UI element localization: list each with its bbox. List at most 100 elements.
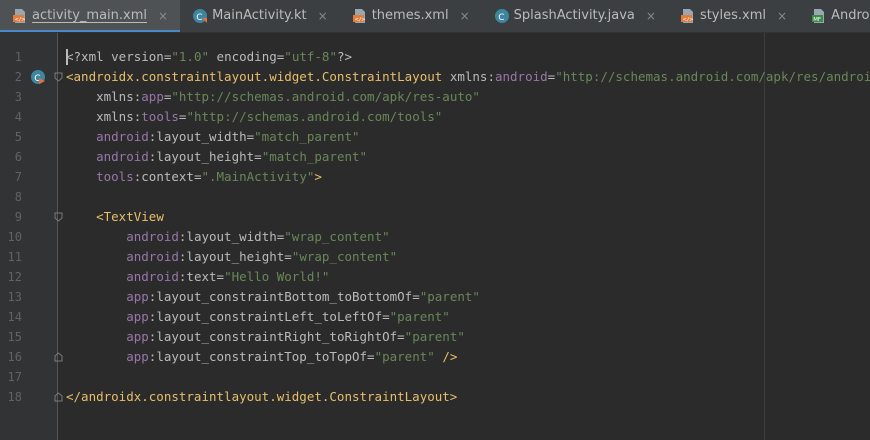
- code-token: encoding: [216, 49, 277, 64]
- code-token: "parent": [374, 349, 435, 364]
- code-token: >: [314, 169, 322, 184]
- code-text[interactable]: <TextView: [66, 207, 164, 227]
- code-text[interactable]: android:layout_height="match_parent": [66, 147, 367, 167]
- svg-text:</>: </>: [354, 17, 365, 23]
- code-text[interactable]: android:layout_width="match_parent": [66, 127, 359, 147]
- code-token: :layout_constraintTop_toTopOf=: [148, 349, 375, 364]
- tab-android-manifest-xml[interactable]: MF AndroidManifest.xml ×: [799, 0, 870, 32]
- code-token: "parent": [389, 309, 450, 324]
- code-token: android: [126, 229, 179, 244]
- code-text[interactable]: <?xml version="1.0" encoding="utf-8"?>: [66, 47, 352, 67]
- tab-activity-main-xml[interactable]: </> activity_main.xml ×: [0, 0, 181, 32]
- code-token: android: [96, 149, 149, 164]
- code-token: "http://schemas.android.com/apk/res-auto…: [171, 89, 480, 104]
- code-text[interactable]: </androidx.constraintlayout.widget.Const…: [66, 387, 457, 407]
- code-token: <TextView: [96, 209, 164, 224]
- code-text[interactable]: android:text="Hello World!": [66, 267, 329, 287]
- line-number: 4: [14, 110, 22, 124]
- tab-label: SplashActivity.java: [513, 8, 635, 23]
- fold-open-icon[interactable]: [54, 72, 63, 82]
- code-line[interactable]: 3 xmlns:app="http://schemas.android.com/…: [0, 87, 870, 107]
- tab-splash-activity-java[interactable]: C SplashActivity.java ×: [482, 0, 668, 32]
- code-line[interactable]: 18 </androidx.constraintlayout.widget.Con…: [0, 387, 870, 407]
- code-token: :layout_constraintBottom_toBottomOf=: [148, 289, 420, 304]
- close-icon[interactable]: ×: [460, 8, 470, 24]
- manifest-icon: MF: [812, 9, 825, 23]
- code-token: android: [126, 269, 179, 284]
- code-line[interactable]: 17: [0, 367, 870, 387]
- close-icon[interactable]: ×: [646, 8, 656, 24]
- code-token: app: [126, 329, 149, 344]
- code-token: ?>: [336, 49, 353, 64]
- code-token: "utf-8": [284, 49, 337, 64]
- related-activity-icon[interactable]: C: [30, 69, 46, 85]
- code-token: tools: [96, 169, 134, 184]
- code-editor[interactable]: 1 <?xml version="1.0" encoding="utf-8"?> 2…: [0, 33, 870, 440]
- tab-label: MainActivity.kt: [212, 8, 307, 23]
- code-line[interactable]: 1 <?xml version="1.0" encoding="utf-8"?>: [0, 47, 870, 67]
- code-token: :layout_height=: [148, 149, 262, 164]
- code-text[interactable]: app:layout_constraintTop_toTopOf="parent…: [66, 347, 457, 367]
- line-number: 11: [7, 250, 22, 264]
- code-text[interactable]: xmlns:app="http://schemas.android.com/ap…: [66, 87, 480, 107]
- code-text[interactable]: <androidx.constraintlayout.widget.Constr…: [66, 67, 870, 87]
- code-line[interactable]: 4 xmlns:tools="http://schemas.android.co…: [0, 107, 870, 127]
- code-token: "Hello World!": [224, 269, 330, 284]
- line-number: 18: [7, 390, 22, 404]
- xml-resource-icon: </>: [680, 9, 694, 23]
- fold-close-icon[interactable]: [54, 352, 63, 362]
- line-number: 6: [14, 150, 22, 164]
- code-line[interactable]: 13 app:layout_constraintBottom_toBottomO…: [0, 287, 870, 307]
- code-line[interactable]: 6 android:layout_height="match_parent": [0, 147, 870, 167]
- line-number: 2: [14, 70, 22, 84]
- tab-label: AndroidManifest.xml: [831, 8, 870, 23]
- tab-styles-xml[interactable]: </> styles.xml ×: [668, 0, 799, 32]
- fold-open-icon[interactable]: [54, 212, 63, 222]
- tab-themes-xml[interactable]: </> themes.xml ×: [340, 0, 482, 32]
- code-text[interactable]: app:layout_constraintLeft_toLeftOf="pare…: [66, 307, 450, 327]
- line-number: 14: [7, 310, 22, 324]
- fold-close-icon[interactable]: [54, 392, 63, 402]
- svg-text:</>: </>: [682, 17, 693, 23]
- code-line[interactable]: 5 android:layout_width="match_parent": [0, 127, 870, 147]
- code-token: app: [126, 289, 149, 304]
- code-line[interactable]: 16 app:layout_constraintTop_toTopOf="par…: [0, 347, 870, 367]
- line-number: 7: [14, 170, 22, 184]
- line-number: 15: [7, 330, 22, 344]
- code-line[interactable]: 9 <TextView: [0, 207, 870, 227]
- code-token: "wrap_content": [291, 249, 398, 264]
- close-icon[interactable]: ×: [318, 8, 328, 24]
- code-token: android: [494, 69, 548, 84]
- code-line[interactable]: 7 tools:context=".MainActivity">: [0, 167, 870, 187]
- tab-main-activity-kt[interactable]: C MainActivity.kt ×: [180, 0, 340, 32]
- code-token: app: [141, 89, 164, 104]
- code-line[interactable]: 2 C <androidx.constraintlayout.widget.Cons…: [0, 67, 870, 87]
- line-number: 10: [7, 230, 22, 244]
- code-line[interactable]: 14 app:layout_constraintLeft_toLeftOf="p…: [0, 307, 870, 327]
- close-icon[interactable]: ×: [158, 8, 168, 24]
- line-number: 12: [7, 270, 22, 284]
- code-text[interactable]: app:layout_constraintBottom_toBottomOf="…: [66, 287, 480, 307]
- code-line[interactable]: 15 app:layout_constraintRight_toRightOf=…: [0, 327, 870, 347]
- close-icon[interactable]: ×: [777, 8, 787, 24]
- code-text[interactable]: app:layout_constraintRight_toRightOf="pa…: [66, 327, 465, 347]
- code-text[interactable]: tools:context=".MainActivity">: [66, 167, 322, 187]
- xml-resource-icon: </>: [352, 9, 366, 23]
- code-text[interactable]: android:layout_width="wrap_content": [66, 227, 389, 247]
- code-line[interactable]: 12 android:text="Hello World!": [0, 267, 870, 287]
- code-line[interactable]: 10 android:layout_width="wrap_content": [0, 227, 870, 247]
- code-text[interactable]: android:layout_height="wrap_content": [66, 247, 397, 267]
- code-text[interactable]: xmlns:tools="http://schemas.android.com/…: [66, 107, 442, 127]
- code-line[interactable]: 8: [0, 187, 870, 207]
- code-line[interactable]: 11 android:layout_height="wrap_content": [0, 247, 870, 267]
